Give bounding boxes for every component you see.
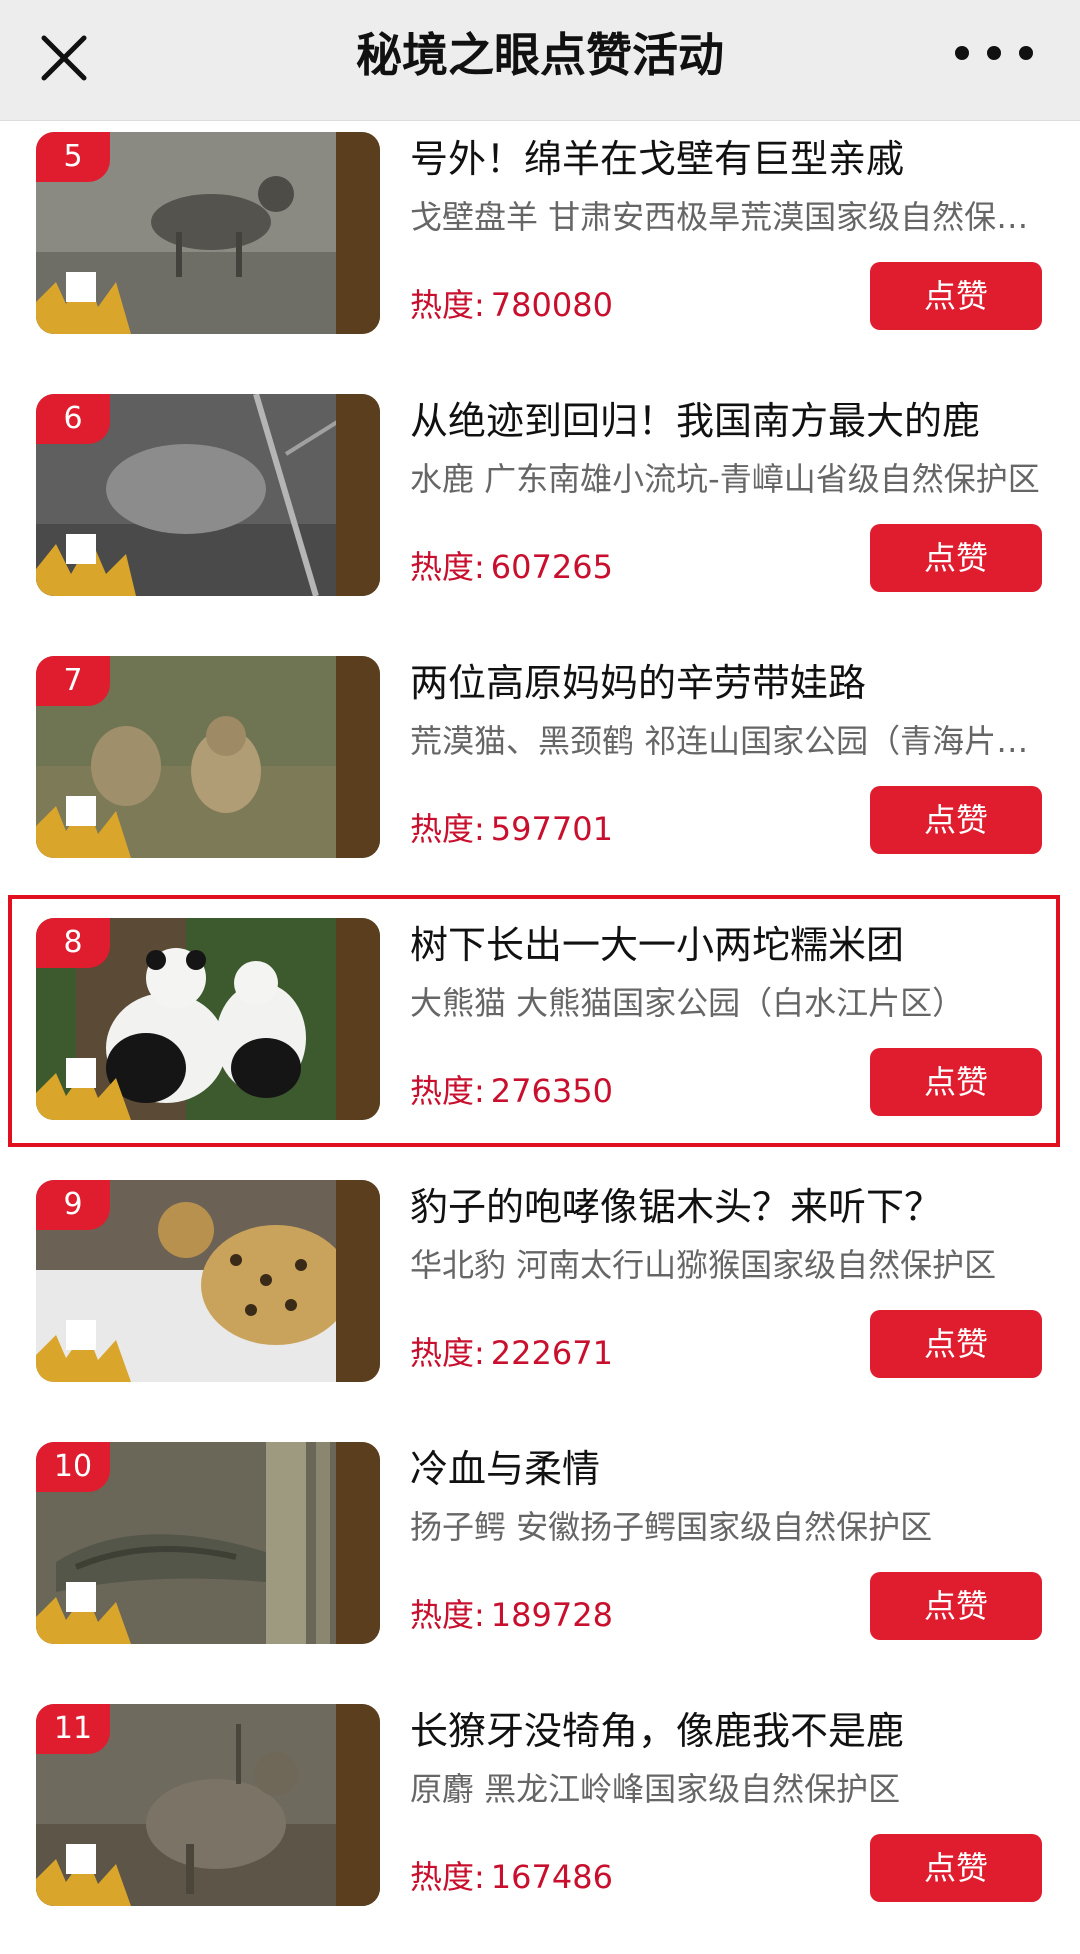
heat-label: 热度: bbox=[410, 548, 485, 586]
item-title[interactable]: 从绝迹到回归！我国南方最大的鹿 bbox=[410, 390, 1050, 445]
like-button[interactable]: 点赞 bbox=[870, 1572, 1042, 1640]
list-item: 7 两位高原妈妈的辛劳带娃路 荒漠猫、黑颈鹤 祁连山国家公园（青海片区） 热度:… bbox=[0, 644, 1080, 906]
heat-value: 597701 bbox=[490, 810, 613, 848]
heat-score: 热度: 189728 bbox=[410, 1590, 613, 1636]
item-subtitle: 大熊猫 大熊猫国家公园（白水江片区） bbox=[410, 984, 965, 1022]
heat-value: 167486 bbox=[490, 1858, 613, 1896]
item-title[interactable]: 两位高原妈妈的辛劳带娃路 bbox=[410, 652, 1050, 707]
thumbnail-image[interactable]: 9 bbox=[36, 1180, 380, 1382]
thumbnail-image[interactable]: 6 bbox=[36, 394, 380, 596]
like-button[interactable]: 点赞 bbox=[870, 524, 1042, 592]
item-title[interactable]: 树下长出一大一小两坨糯米团 bbox=[410, 914, 1050, 969]
item-title[interactable]: 号外！绵羊在戈壁有巨型亲戚 bbox=[410, 128, 1050, 183]
item-subtitle: 戈壁盘羊 甘肃安西极旱荒漠国家级自然保护区 bbox=[410, 198, 1050, 236]
like-button[interactable]: 点赞 bbox=[870, 262, 1042, 330]
like-button[interactable]: 点赞 bbox=[870, 1834, 1042, 1902]
heat-value: 222671 bbox=[490, 1334, 613, 1372]
item-subtitle: 水鹿 广东南雄小流坑-青嶂山省级自然保护区 bbox=[410, 460, 1040, 498]
heat-value: 189728 bbox=[490, 1596, 613, 1634]
heat-value: 607265 bbox=[490, 548, 613, 586]
item-title[interactable]: 豹子的咆哮像锯木头？来听下？ bbox=[410, 1176, 1050, 1231]
rank-badge: 7 bbox=[36, 656, 110, 706]
like-button[interactable]: 点赞 bbox=[870, 1048, 1042, 1116]
heat-value: 780080 bbox=[490, 286, 613, 324]
heat-label: 热度: bbox=[410, 1072, 485, 1110]
like-button[interactable]: 点赞 bbox=[870, 786, 1042, 854]
heat-label: 热度: bbox=[410, 286, 485, 324]
heat-score: 热度: 222671 bbox=[410, 1328, 613, 1374]
like-button[interactable]: 点赞 bbox=[870, 1310, 1042, 1378]
close-icon[interactable] bbox=[34, 28, 94, 88]
rank-badge: 6 bbox=[36, 394, 110, 444]
item-subtitle: 华北豹 河南太行山猕猴国家级自然保护区 bbox=[410, 1246, 997, 1284]
top-bar: 秘境之眼点赞活动 bbox=[0, 0, 1080, 121]
thumbnail-image[interactable]: 5 bbox=[36, 132, 380, 334]
list-item: 9 豹子的咆哮像锯木头？来听下？ 华北豹 河南太行山猕猴国家级自然保护区 热度:… bbox=[0, 1168, 1080, 1430]
heat-score: 热度: 167486 bbox=[410, 1852, 613, 1898]
rank-badge: 11 bbox=[36, 1704, 110, 1754]
heat-label: 热度: bbox=[410, 1858, 485, 1896]
list-item: 10 冷血与柔情 扬子鳄 安徽扬子鳄国家级自然保护区 热度: 189728 点赞 bbox=[0, 1430, 1080, 1692]
heat-label: 热度: bbox=[410, 1334, 485, 1372]
list-item: 11 长獠牙没犄角，像鹿我不是鹿 原麝 黑龙江岭峰国家级自然保护区 热度: 167… bbox=[0, 1692, 1080, 1954]
heat-score: 热度: 276350 bbox=[410, 1066, 613, 1112]
thumbnail-image[interactable]: 10 bbox=[36, 1442, 380, 1644]
item-subtitle: 扬子鳄 安徽扬子鳄国家级自然保护区 bbox=[410, 1508, 933, 1546]
item-title[interactable]: 长獠牙没犄角，像鹿我不是鹿 bbox=[410, 1700, 1050, 1755]
heat-label: 热度: bbox=[410, 1596, 485, 1634]
list-item: 6 从绝迹到回归！我国南方最大的鹿 水鹿 广东南雄小流坑-青嶂山省级自然保护区 … bbox=[0, 382, 1080, 644]
heat-value: 276350 bbox=[490, 1072, 613, 1110]
rank-badge: 5 bbox=[36, 132, 110, 182]
more-icon[interactable] bbox=[944, 38, 1044, 68]
item-title[interactable]: 冷血与柔情 bbox=[410, 1438, 1050, 1493]
page-title: 秘境之眼点赞活动 bbox=[356, 28, 724, 82]
thumbnail-image[interactable]: 7 bbox=[36, 656, 380, 858]
thumbnail-image[interactable]: 8 bbox=[36, 918, 380, 1120]
rank-badge: 10 bbox=[36, 1442, 110, 1492]
heat-score: 热度: 780080 bbox=[410, 280, 613, 326]
item-subtitle: 原麝 黑龙江岭峰国家级自然保护区 bbox=[410, 1770, 901, 1808]
thumbnail-image[interactable]: 11 bbox=[36, 1704, 380, 1906]
rank-badge: 9 bbox=[36, 1180, 110, 1230]
heat-score: 热度: 597701 bbox=[410, 804, 613, 850]
rank-badge: 8 bbox=[36, 918, 110, 968]
heat-score: 热度: 607265 bbox=[410, 542, 613, 588]
heat-label: 热度: bbox=[410, 810, 485, 848]
item-subtitle: 荒漠猫、黑颈鹤 祁连山国家公园（青海片区） bbox=[410, 722, 1050, 760]
list-item: 8 树下长出一大一小两坨糯米团 大熊猫 大熊猫国家公园（白水江片区） 热度: 27… bbox=[0, 906, 1080, 1168]
list-item: 5 号外！绵羊在戈壁有巨型亲戚 戈壁盘羊 甘肃安西极旱荒漠国家级自然保护区 热度… bbox=[0, 120, 1080, 382]
